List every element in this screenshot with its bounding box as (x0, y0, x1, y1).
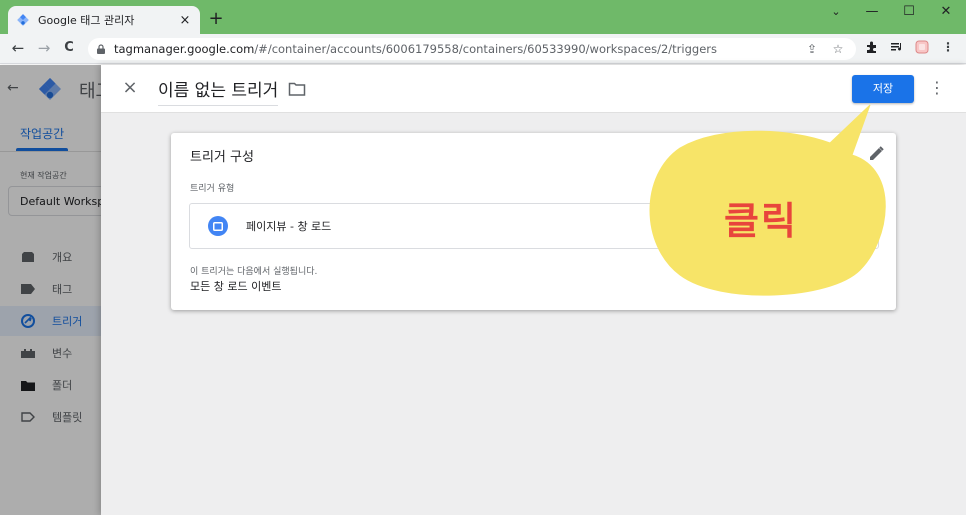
fires-on-value: 모든 창 로드 이벤트 (190, 280, 282, 293)
card-title: 트리거 구성 (190, 150, 254, 165)
modal-scrim[interactable] (0, 65, 101, 515)
address-bar[interactable]: tagmanager.google.com/#/container/accoun… (88, 38, 856, 60)
forward-button[interactable]: → (35, 39, 53, 57)
pageview-icon (208, 216, 228, 236)
url-host: tagmanager.google.com (114, 42, 255, 56)
back-button[interactable]: ← (9, 39, 27, 57)
trigger-type-name: 페이지뷰 - 창 로드 (246, 220, 332, 233)
gtm-favicon-icon (17, 14, 29, 26)
close-icon[interactable]: × (121, 78, 139, 98)
trigger-editor-panel: × 이름 없는 트리거 저장 ⋮ 트리거 구성 트리거 유형 페이지뷰 - 창 … (101, 65, 966, 515)
minimize-button[interactable]: — (860, 4, 884, 20)
fires-on-label: 이 트리거는 다음에서 실행됩니다. (190, 267, 318, 277)
maximize-button[interactable]: ☐ (897, 4, 921, 20)
browser-tab[interactable]: Google 태그 관리자 × (8, 6, 200, 34)
url-path: /#/container/accounts/6006179558/contain… (254, 42, 717, 56)
browser-toolbar: ← → C tagmanager.google.com/#/container/… (0, 34, 966, 64)
extensions-icon[interactable] (864, 40, 880, 56)
reload-button[interactable]: C (60, 39, 78, 57)
tab-search-icon[interactable]: ⌄ (824, 4, 848, 20)
close-window-button[interactable]: ✕ (934, 4, 958, 20)
share-icon[interactable]: ⇪ (804, 42, 820, 56)
click-annotation-text: 클릭 (724, 199, 798, 243)
url-text: tagmanager.google.com/#/container/accoun… (114, 42, 717, 56)
edit-pencil-icon[interactable] (867, 145, 885, 163)
tab-title: Google 태그 관리자 (38, 14, 135, 27)
media-icon[interactable] (889, 40, 905, 56)
profile-icon[interactable] (914, 40, 930, 56)
trigger-type-label: 트리거 유형 (190, 184, 235, 194)
folder-icon[interactable] (288, 81, 306, 97)
more-options-icon[interactable]: ⋮ (927, 77, 947, 101)
browser-menu-icon[interactable]: ⋮ (940, 40, 956, 56)
trigger-name-input[interactable]: 이름 없는 트리거 (158, 76, 279, 106)
new-tab-button[interactable]: + (206, 8, 226, 30)
star-icon[interactable]: ☆ (830, 42, 846, 56)
tab-close-icon[interactable]: × (178, 13, 192, 28)
browser-titlebar: Google 태그 관리자 × + ⌄ — ☐ ✕ (0, 0, 966, 34)
lock-icon (97, 44, 105, 54)
save-button[interactable]: 저장 (852, 75, 914, 103)
panel-header: × 이름 없는 트리거 저장 ⋮ (101, 65, 966, 113)
